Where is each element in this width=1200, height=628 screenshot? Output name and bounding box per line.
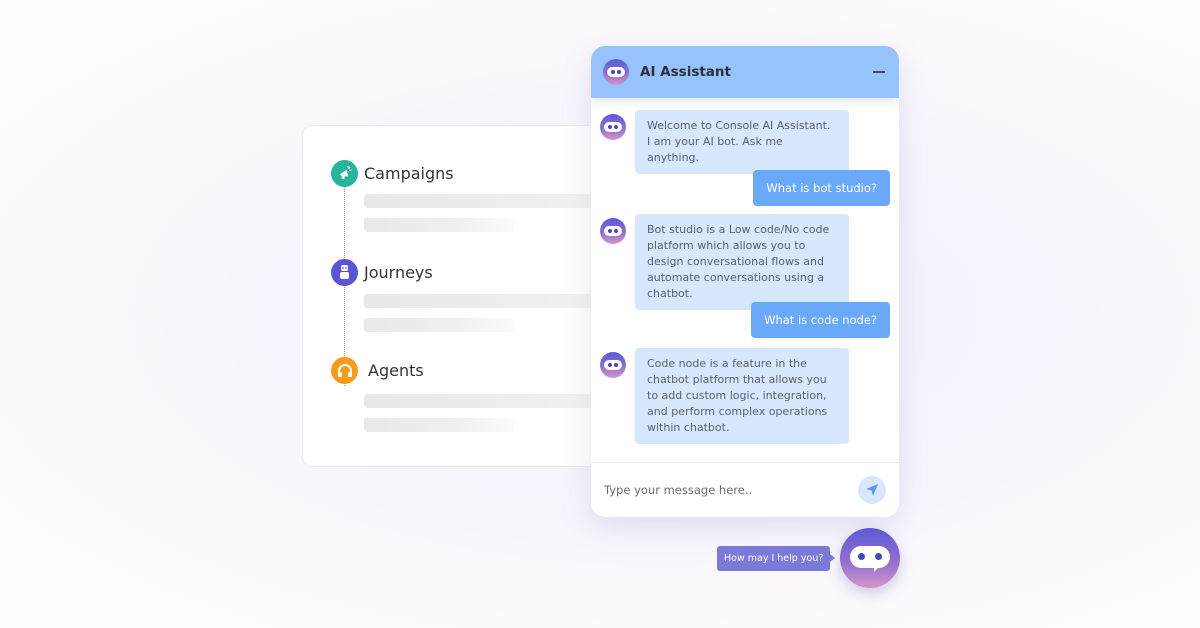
skeleton-line	[364, 318, 514, 332]
section-label: Journeys	[364, 263, 433, 282]
section-agents: Agents	[331, 357, 424, 384]
skeleton-line	[364, 194, 621, 208]
eye-dot	[875, 553, 882, 560]
skeleton-line	[364, 294, 621, 308]
bubble-tail	[874, 566, 880, 572]
help-prompt-tooltip: How may I help you?	[717, 546, 836, 571]
skeleton-line	[364, 418, 514, 432]
chat-header: AI Assistant	[591, 46, 899, 98]
bot-avatar-icon	[600, 218, 626, 244]
section-journeys: Journeys	[331, 259, 433, 286]
bot-message: Welcome to Console AI Assistant. I am yo…	[600, 110, 849, 174]
bot-avatar-icon	[600, 114, 626, 140]
megaphone-icon	[331, 160, 358, 187]
send-button[interactable]	[858, 476, 886, 504]
section-campaigns: Campaigns	[331, 160, 454, 187]
chat-window: AI Assistant Welcome to Console AI Assis…	[591, 46, 899, 517]
message-text: Code node is a feature in the chatbot pl…	[635, 348, 849, 444]
chat-bubble-icon	[850, 546, 890, 568]
feature-card: Campaigns Journeys Agents	[302, 125, 622, 467]
section-label: Agents	[368, 361, 424, 380]
bot-avatar-icon	[600, 352, 626, 378]
skeleton-line	[364, 394, 621, 408]
message-text: Welcome to Console AI Assistant. I am yo…	[635, 110, 849, 174]
headphones-icon	[331, 357, 358, 384]
chat-title: AI Assistant	[640, 64, 731, 80]
message-composer	[591, 462, 899, 517]
user-message: What is code node?	[751, 302, 890, 338]
message-input[interactable]	[604, 483, 858, 497]
chat-launcher-button[interactable]	[840, 528, 900, 588]
minimize-button[interactable]	[873, 71, 885, 73]
user-message: What is bot studio?	[753, 170, 890, 206]
bot-message: Bot studio is a Low code/No code platfor…	[600, 214, 849, 310]
bot-avatar-icon	[603, 59, 629, 85]
timeline-connector	[344, 186, 345, 386]
send-icon	[866, 484, 878, 496]
robot-icon	[331, 259, 358, 286]
eye-dot	[858, 553, 865, 560]
section-label: Campaigns	[364, 164, 454, 183]
bot-message: Code node is a feature in the chatbot pl…	[600, 348, 849, 444]
skeleton-line	[364, 218, 514, 232]
message-text: Bot studio is a Low code/No code platfor…	[635, 214, 849, 310]
